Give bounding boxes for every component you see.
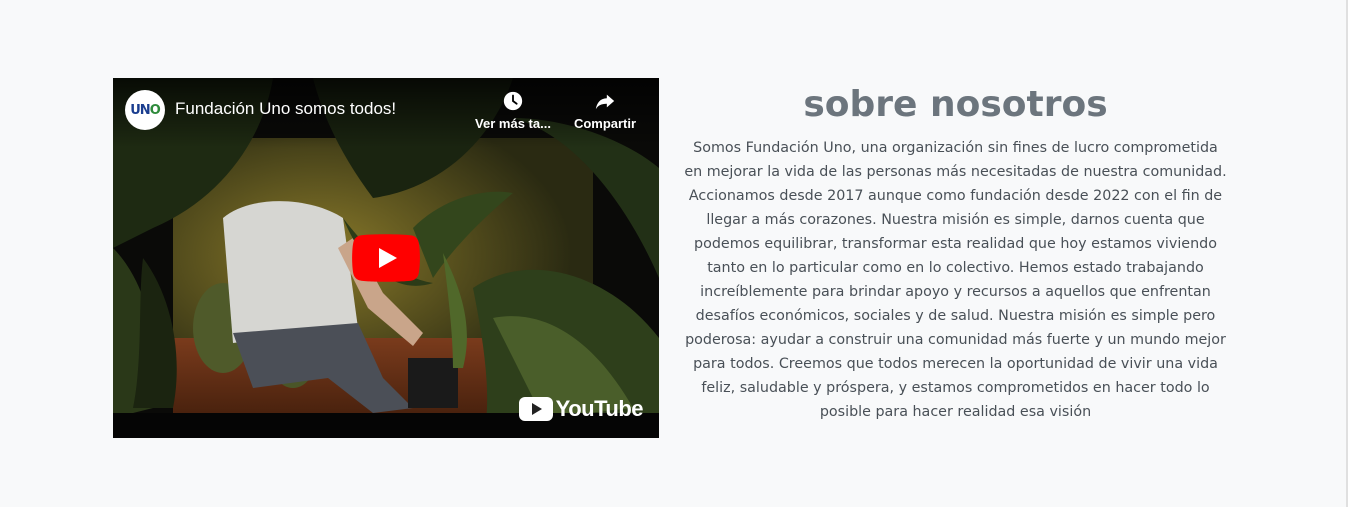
play-button[interactable] — [352, 234, 420, 282]
channel-logo[interactable]: UNO — [125, 90, 165, 130]
page: UNO Fundación Uno somos todos! Ver más t… — [0, 0, 1348, 507]
youtube-logo-icon — [518, 397, 553, 421]
share-label: Compartir — [573, 116, 637, 131]
share-button[interactable]: Compartir — [569, 90, 641, 131]
video-title[interactable]: Fundación Uno somos todos! — [175, 99, 396, 119]
youtube-video-embed[interactable]: UNO Fundación Uno somos todos! Ver más t… — [113, 78, 659, 438]
youtube-logo-text: YouTube — [555, 396, 644, 421]
youtube-logo[interactable]: YouTube — [518, 396, 644, 422]
about-description: Somos Fundación Uno, una organización si… — [684, 140, 1227, 420]
share-arrow-icon — [595, 94, 615, 110]
clock-icon — [503, 91, 523, 111]
watch-later-label: Ver más ta... — [475, 116, 551, 131]
section-title: sobre nosotros — [803, 84, 1108, 125]
watch-later-button[interactable]: Ver más ta... — [471, 90, 555, 131]
